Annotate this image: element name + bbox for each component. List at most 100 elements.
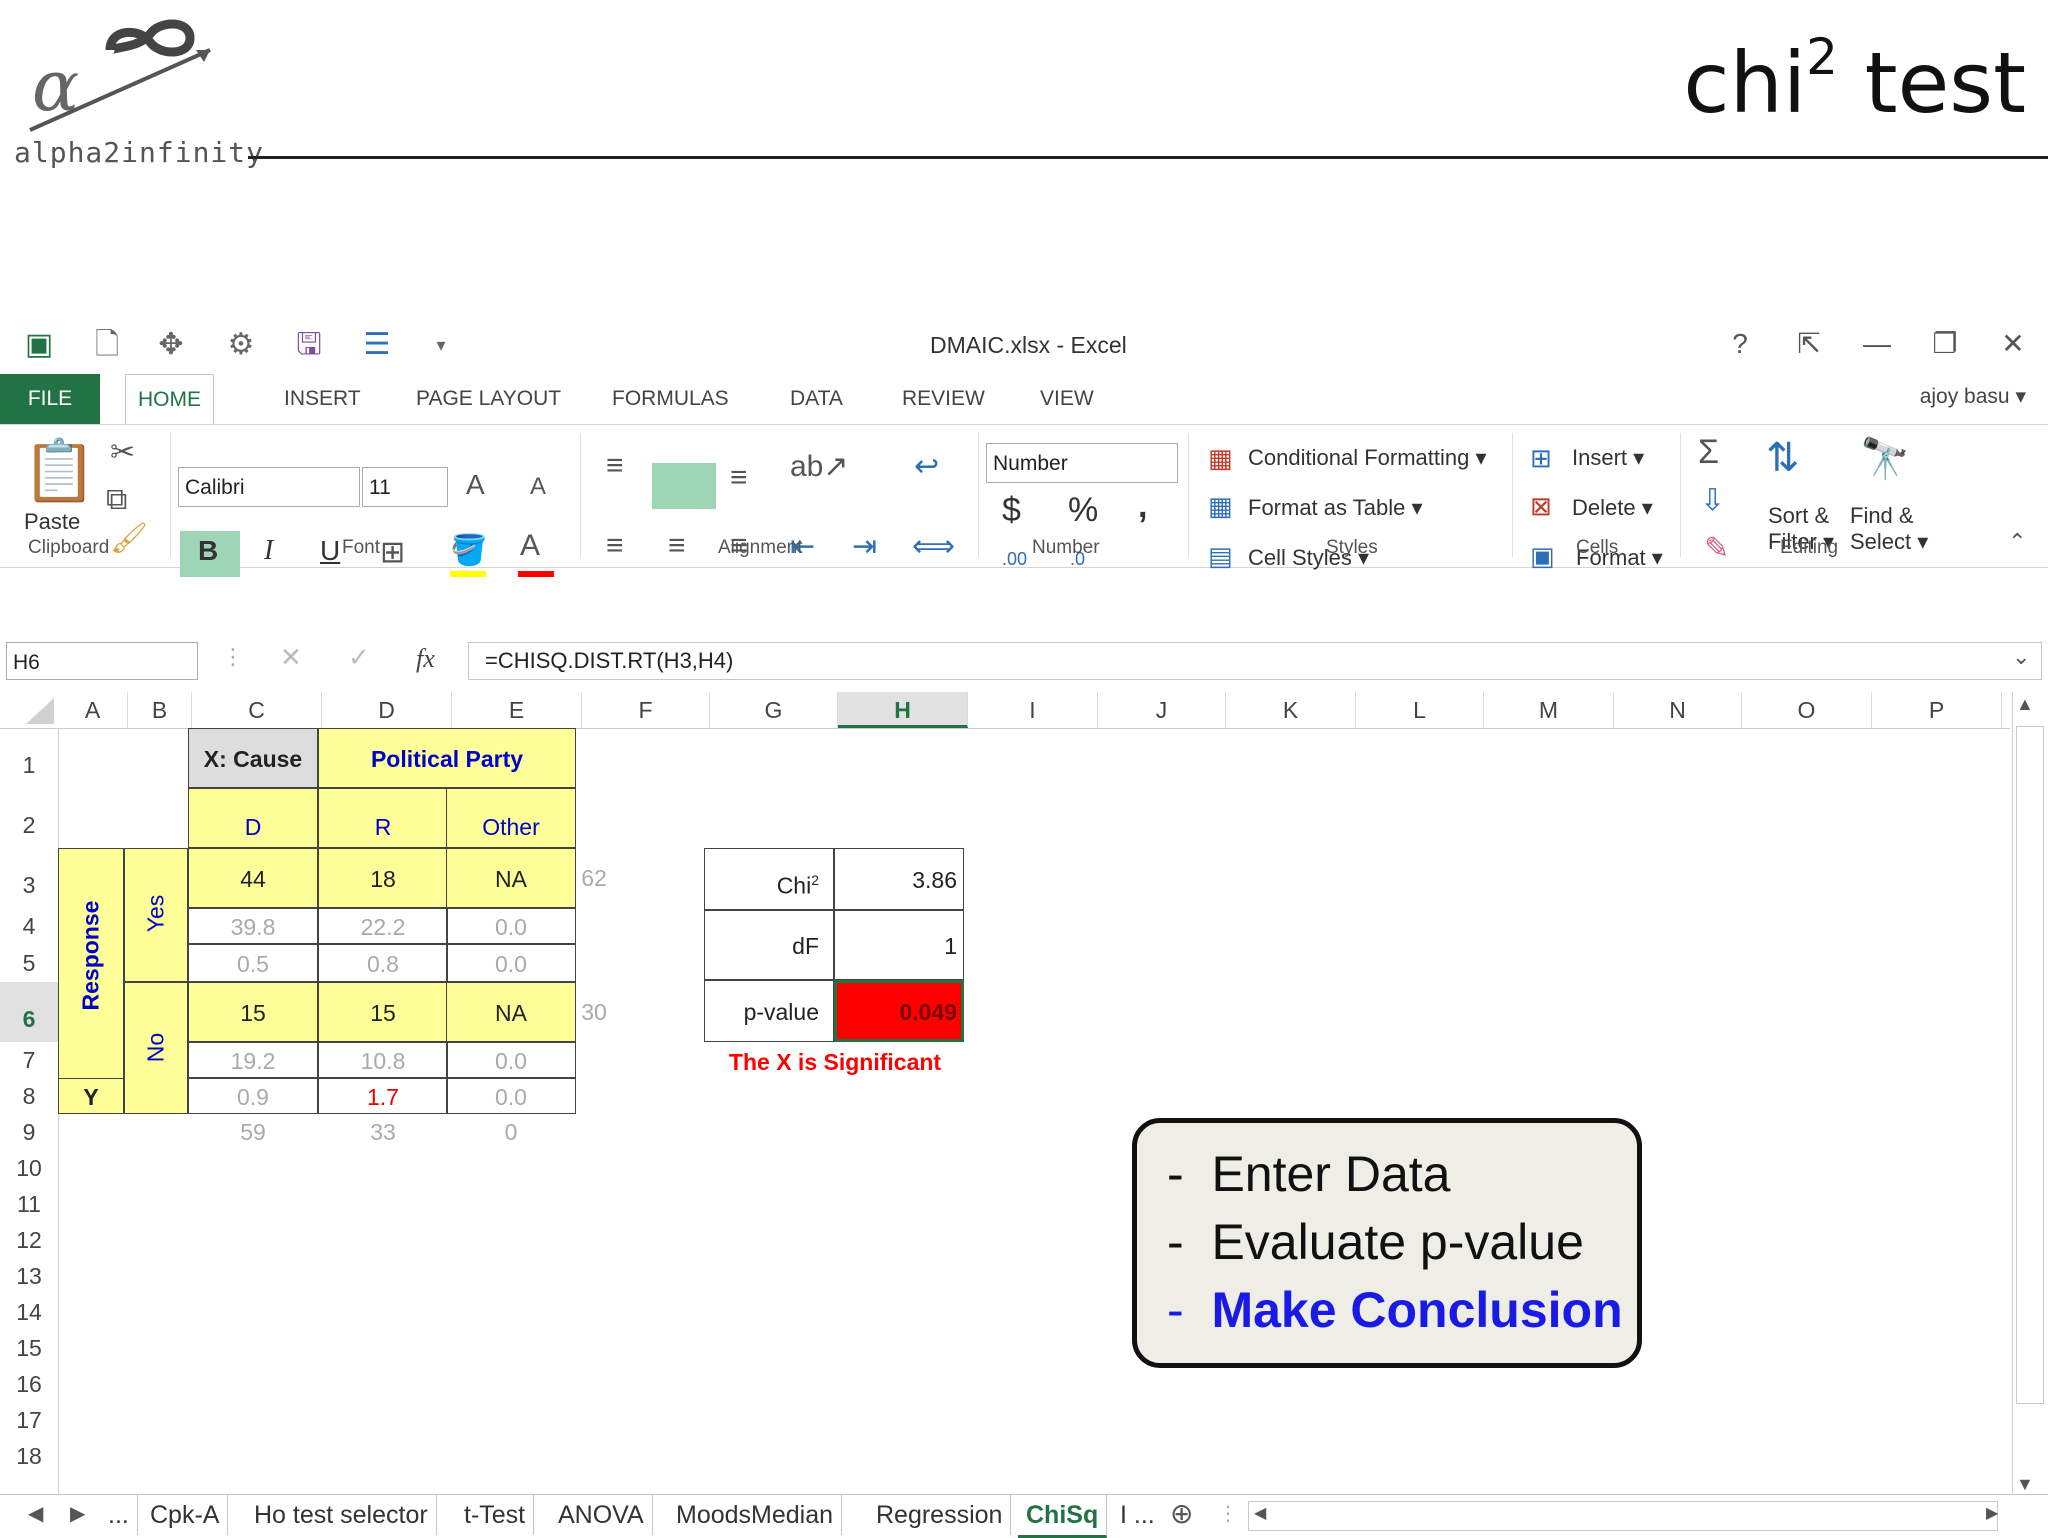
percent-button[interactable]: %	[1068, 491, 1098, 530]
scroll-right-icon[interactable]: ▶	[1986, 1503, 1998, 1523]
row-header-8[interactable]: 8	[0, 1078, 58, 1114]
tab-view[interactable]: VIEW	[1028, 374, 1106, 424]
column-header-J[interactable]: J	[1098, 692, 1226, 728]
yes-row-total[interactable]: 62	[576, 848, 612, 908]
currency-button[interactable]: $	[1002, 491, 1021, 530]
column-header-M[interactable]: M	[1484, 692, 1614, 728]
row-header-15[interactable]: 15	[0, 1330, 58, 1366]
y-label[interactable]: Y	[58, 1078, 124, 1114]
format-as-table-button[interactable]: Format as Table ▾	[1248, 495, 1423, 521]
row-header-10[interactable]: 10	[0, 1150, 58, 1186]
yes-obs-R[interactable]: 18	[318, 848, 448, 908]
add-sheet-icon[interactable]: ⊕	[1170, 1497, 1193, 1530]
merge-center-icon[interactable]: ⟺	[912, 529, 955, 564]
column-header-C[interactable]: C	[192, 692, 322, 728]
expand-formula-icon[interactable]: ⌄	[2012, 644, 2030, 670]
column-header-E[interactable]: E	[452, 692, 582, 728]
number-format-combo[interactable]: Number	[986, 443, 1178, 483]
header-R[interactable]: R	[318, 788, 448, 848]
ribbon-display-icon[interactable]: ⇱	[1784, 324, 1834, 364]
p-label-cell[interactable]: p-value	[704, 980, 834, 1042]
tab-review[interactable]: REVIEW	[890, 374, 997, 424]
column-header-F[interactable]: F	[582, 692, 710, 728]
prev-sheet-icon[interactable]: ◀	[28, 1501, 43, 1526]
format-painter-icon[interactable]: 🖌	[110, 521, 148, 556]
sheet-tab-cpk-a[interactable]: Cpk-A	[142, 1495, 229, 1535]
paste-icon[interactable]: 📋	[22, 435, 97, 506]
insert-cells-button[interactable]: Insert ▾	[1572, 445, 1644, 471]
df-label-cell[interactable]: dF	[704, 910, 834, 980]
formula-input[interactable]: =CHISQ.DIST.RT(H3,H4)	[468, 642, 2042, 680]
tab-formulas[interactable]: FORMULAS	[600, 374, 741, 424]
fill-icon[interactable]: ⇩	[1700, 483, 1725, 518]
row-header-1[interactable]: 1	[0, 728, 58, 788]
conclusion-text[interactable]: The X is Significant	[700, 1044, 970, 1080]
row-header-4[interactable]: 4	[0, 908, 58, 944]
decrease-font-icon[interactable]: A	[530, 473, 546, 501]
column-header-I[interactable]: I	[968, 692, 1098, 728]
row-header-17[interactable]: 17	[0, 1402, 58, 1438]
no-chi-D[interactable]: 0.9	[188, 1078, 318, 1114]
tab-file[interactable]: FILE	[0, 374, 100, 424]
yes-exp-D[interactable]: 39.8	[188, 908, 318, 944]
font-name-combo[interactable]: Calibri	[178, 467, 360, 507]
column-header-D[interactable]: D	[322, 692, 452, 728]
row-header-12[interactable]: 12	[0, 1222, 58, 1258]
yes-obs-Other[interactable]: NA	[446, 848, 576, 908]
chi-value-cell[interactable]: 3.86	[834, 848, 964, 910]
sheet-tab-anova[interactable]: ANOVA	[550, 1495, 653, 1535]
no-obs-D[interactable]: 15	[188, 982, 318, 1042]
user-account[interactable]: ajoy basu ▾	[1920, 384, 2026, 409]
no-exp-R[interactable]: 10.8	[318, 1042, 448, 1078]
total-Other[interactable]: 0	[446, 1114, 576, 1150]
no-chi-R[interactable]: 1.7	[318, 1078, 448, 1114]
horizontal-scrollbar[interactable]	[1248, 1501, 1998, 1531]
row-header-2[interactable]: 2	[0, 788, 58, 848]
column-header-K[interactable]: K	[1226, 692, 1356, 728]
help-icon[interactable]: ?	[1715, 324, 1765, 364]
scroll-down-icon[interactable]: ▼	[2016, 1474, 2034, 1495]
no-obs-Other[interactable]: NA	[446, 982, 576, 1042]
chi-label-cell[interactable]: Chi2	[704, 848, 834, 910]
name-box[interactable]: H6	[6, 642, 198, 680]
restore-icon[interactable]: ❐	[1920, 324, 1970, 364]
row-header-9[interactable]: 9	[0, 1114, 58, 1150]
total-D[interactable]: 59	[188, 1114, 318, 1150]
align-center-icon[interactable]: ≡	[668, 529, 686, 563]
cell-A1[interactable]	[58, 728, 188, 848]
align-middle-button[interactable]	[652, 463, 716, 509]
df-value-cell[interactable]: 1	[834, 910, 964, 980]
scroll-left-icon[interactable]: ◀	[1254, 1503, 1266, 1523]
party-header[interactable]: Political Party	[318, 728, 576, 788]
row-header-14[interactable]: 14	[0, 1294, 58, 1330]
tab-page-layout[interactable]: PAGE LAYOUT	[404, 374, 573, 424]
conditional-formatting-button[interactable]: Conditional Formatting ▾	[1248, 445, 1487, 471]
collapse-ribbon-icon[interactable]: ⌃	[2008, 529, 2026, 555]
align-bottom-icon[interactable]: ≡	[730, 461, 748, 495]
align-left-icon[interactable]: ≡	[606, 529, 624, 563]
yes-chi-D[interactable]: 0.5	[188, 944, 318, 982]
comma-button[interactable]: ,	[1138, 487, 1147, 526]
align-top-icon[interactable]: ≡	[606, 449, 624, 483]
paste-button[interactable]: Paste	[24, 509, 80, 535]
clear-icon[interactable]: ✎	[1704, 531, 1729, 566]
increase-font-icon[interactable]: A	[466, 469, 485, 501]
sheet-tab-t-test[interactable]: t-Test	[456, 1495, 535, 1535]
scroll-thumb[interactable]	[2016, 726, 2044, 1404]
no-obs-R[interactable]: 15	[318, 982, 448, 1042]
header-Other[interactable]: Other	[446, 788, 576, 848]
row-header-11[interactable]: 11	[0, 1186, 58, 1222]
find-select-button[interactable]: Find & Select ▾	[1850, 503, 1928, 555]
new-file-icon[interactable]: 🗋	[86, 324, 128, 366]
insert-function-button[interactable]: fx	[416, 644, 435, 674]
delete-cells-button[interactable]: Delete ▾	[1572, 495, 1653, 521]
sheet-tab-more[interactable]: ...	[100, 1495, 138, 1535]
freeze-panes-icon[interactable]: ☰	[356, 324, 398, 366]
row-header-7[interactable]: 7	[0, 1042, 58, 1078]
header-D[interactable]: D	[188, 788, 318, 848]
column-header-L[interactable]: L	[1356, 692, 1484, 728]
touch-mode-icon[interactable]: ✥	[150, 324, 192, 366]
yes-obs-D[interactable]: 44	[188, 848, 318, 908]
confirm-entry-icon[interactable]: ✓	[348, 642, 370, 673]
row-header-5[interactable]: 5	[0, 944, 58, 982]
